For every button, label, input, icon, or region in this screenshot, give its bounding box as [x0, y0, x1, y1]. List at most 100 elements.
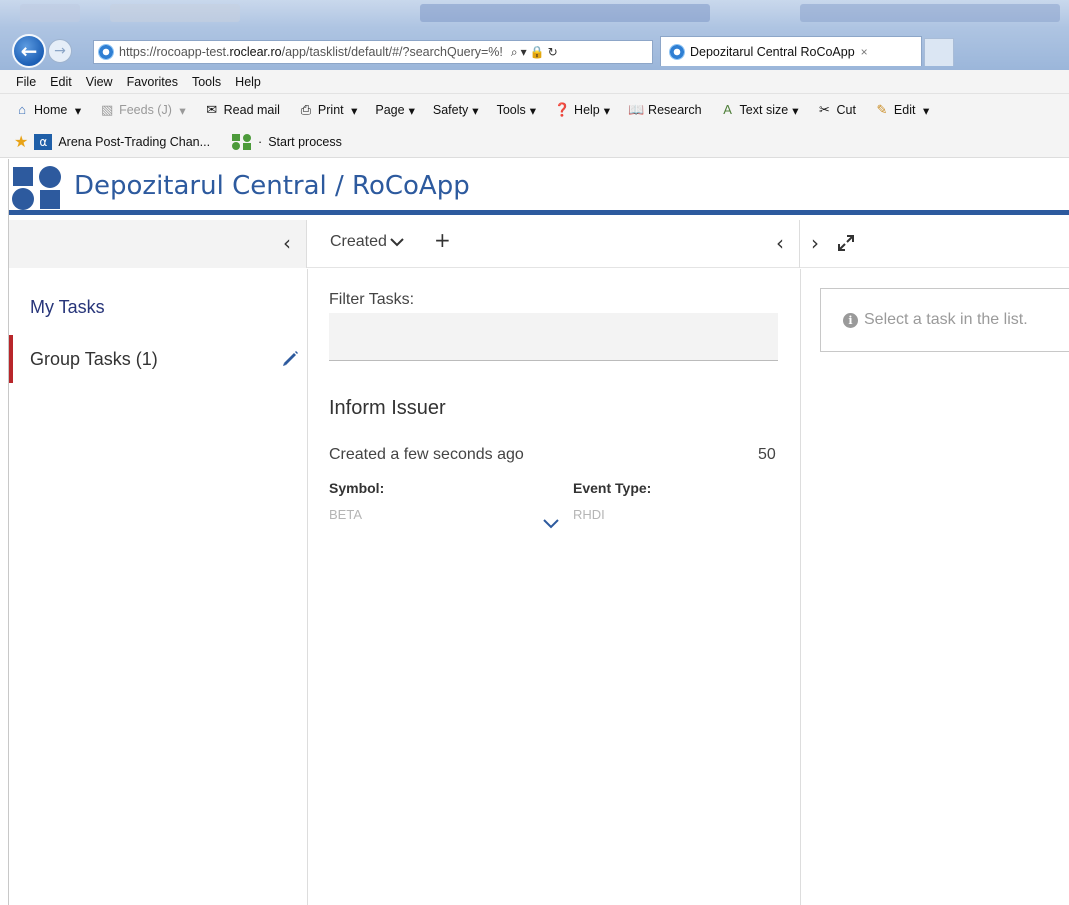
url-prefix: https://rocoapp-test. — [119, 45, 230, 59]
home-icon: ⌂ — [18, 102, 26, 117]
browser-menubar: File Edit View Favorites Tools Help — [0, 70, 1069, 94]
separator-dot: · — [258, 134, 263, 149]
favorites-star-icon[interactable]: ★ — [14, 132, 28, 152]
cmd-research-label: Research — [648, 103, 702, 117]
sort-label: Created — [330, 233, 387, 250]
cmd-read-mail-label: Read mail — [223, 103, 280, 117]
list-column-header: Created + ‹ — [308, 220, 800, 268]
tab-close-icon[interactable]: × — [861, 45, 868, 59]
cmd-help[interactable]: ❓ Help ▾ — [554, 102, 610, 118]
app-container: Depozitarul Central / RoCoApp ‹ Created … — [8, 159, 1069, 905]
back-button[interactable]: ← — [12, 34, 46, 68]
new-tab-button[interactable] — [924, 38, 954, 66]
feeds-icon: ▧ — [100, 102, 114, 117]
address-tools-icons[interactable]: ⌕▾🔒↻ — [511, 45, 561, 60]
text-size-icon: A — [723, 102, 732, 117]
task-symbol-label: Symbol: — [329, 480, 385, 496]
cmd-home-label: Home — [34, 103, 68, 117]
favorite-start-process[interactable]: Start process — [268, 135, 342, 149]
filters-sidebar: My Tasks Group Tasks (1) — [9, 269, 308, 905]
cmd-tools-label: Tools — [496, 103, 526, 117]
chevron-down-icon[interactable]: ▾ — [919, 103, 929, 118]
url-path: /app/tasklist/default/#/?searchQuery=%! — [281, 45, 503, 59]
cmd-tools[interactable]: Tools ▾ — [497, 103, 536, 118]
arena-favicon-icon: α — [34, 133, 53, 150]
collapse-list-icon[interactable]: ‹ — [776, 233, 784, 253]
cmd-research[interactable]: 📖 Research — [628, 102, 702, 118]
menu-view[interactable]: View — [86, 75, 113, 89]
cmd-safety[interactable]: Safety ▾ — [433, 103, 479, 118]
browser-tab-active[interactable]: Depozitarul Central RoCoApp × — [660, 36, 922, 66]
task-symbol-value: BETA — [329, 507, 362, 522]
app-header: Depozitarul Central / RoCoApp — [9, 159, 1069, 215]
cmd-print-label: Print — [317, 103, 344, 117]
printer-icon: ⎙ — [300, 102, 312, 117]
task-title[interactable]: Inform Issuer — [329, 397, 446, 420]
sort-dropdown[interactable]: Created — [330, 233, 405, 251]
cmd-read-mail[interactable]: ✉ Read mail — [204, 102, 280, 118]
app-title: Depozitarul Central / RoCoApp — [74, 171, 470, 201]
research-icon: 📖 — [628, 102, 645, 117]
chevron-down-icon: ▾ — [792, 103, 799, 118]
sidebar-item-group-tasks[interactable]: Group Tasks (1) — [9, 335, 307, 383]
edit-pencil-icon: ✎ — [876, 102, 888, 117]
cmd-page[interactable]: Page ▾ — [375, 103, 414, 118]
menu-help[interactable]: Help — [235, 75, 261, 89]
cmd-print[interactable]: ⎙ Print ▾ — [298, 102, 358, 118]
browser-titlebar: ← → https://rocoapp-test. roclear.ro/app/… — [0, 0, 1069, 70]
task-created: Created a few seconds ago — [329, 446, 524, 463]
address-bar[interactable]: https://rocoapp-test. roclear.ro/app/task… — [93, 40, 653, 64]
info-circle-icon: i — [843, 312, 858, 328]
menu-edit[interactable]: Edit — [50, 75, 72, 89]
browser-command-bar: ⌂ Home ▾ ▧ Feeds (J) ▾ ✉ Read mail ⎙ Print ▾… — [0, 94, 1069, 126]
scissors-icon: ✂ — [819, 102, 830, 117]
mail-icon: ✉ — [206, 102, 218, 117]
help-icon: ❓ — [554, 102, 571, 117]
chevron-down-icon[interactable]: ▾ — [348, 103, 357, 118]
expand-variables-chevron-icon[interactable] — [542, 517, 560, 529]
cmd-page-label: Page — [375, 103, 405, 117]
chevron-down-icon[interactable]: ▾ — [176, 103, 185, 118]
chevron-down-icon: ▾ — [408, 103, 415, 118]
cmd-safety-label: Safety — [432, 103, 469, 117]
cmd-home[interactable]: ⌂ Home ▾ — [14, 102, 81, 118]
menu-file[interactable]: File — [16, 75, 36, 89]
cmd-cut[interactable]: ✂ Cut — [816, 102, 856, 118]
filter-tasks-label: Filter Tasks: — [329, 291, 415, 308]
edit-filter-pencil-icon[interactable] — [280, 349, 300, 369]
column-header-row: ‹ Created + ‹ › — [9, 220, 1069, 268]
cmd-feeds[interactable]: ▧ Feeds (J) ▾ — [99, 102, 186, 118]
empty-detail-message: i Select a task in the list. — [820, 288, 1069, 352]
detail-column-header: › — [801, 220, 1069, 268]
cmd-text-size-label: Text size — [739, 103, 789, 117]
cmd-edit[interactable]: ✎ Edit ▾ — [874, 102, 929, 118]
ie-page-icon — [98, 44, 114, 60]
sidebar-item-my-tasks[interactable]: My Tasks — [30, 297, 105, 318]
maximize-icon[interactable] — [837, 234, 855, 252]
chevron-down-icon: ▾ — [472, 103, 479, 118]
menu-favorites[interactable]: Favorites — [127, 75, 178, 89]
collapse-left-icon[interactable]: ‹ — [283, 233, 291, 253]
browser-window: ← → https://rocoapp-test. roclear.ro/app/… — [0, 0, 1069, 905]
rocoapp-favicon-icon — [232, 133, 252, 150]
tab-title: Depozitarul Central RoCoApp — [690, 44, 855, 59]
cmd-cut-label: Cut — [836, 103, 856, 117]
url-domain: roclear.ro — [229, 45, 282, 59]
filter-tasks-input[interactable] — [329, 313, 778, 361]
expand-list-icon[interactable]: › — [811, 233, 819, 253]
cmd-text-size[interactable]: A Text size ▾ — [720, 102, 799, 118]
chevron-down-icon: ▾ — [529, 103, 537, 118]
chevron-down-icon[interactable]: ▾ — [71, 103, 81, 118]
add-sort-icon[interactable]: + — [434, 228, 451, 252]
favorite-arena[interactable]: Arena Post-Trading Chan... — [58, 135, 210, 149]
brand-logo — [12, 166, 61, 210]
task-list-pane: Filter Tasks: Inform Issuer Created a fe… — [308, 269, 801, 905]
tab-ie-icon — [669, 43, 685, 60]
chevron-down-icon: ▾ — [603, 103, 611, 118]
chevron-down-icon — [390, 238, 404, 247]
cmd-help-label: Help — [574, 103, 600, 117]
task-event-type-label: Event Type: — [573, 480, 652, 496]
menu-tools[interactable]: Tools — [192, 75, 221, 89]
browser-favorites-bar: ★ α Arena Post-Trading Chan... · Start p… — [0, 126, 1069, 158]
forward-button[interactable]: → — [48, 39, 72, 63]
